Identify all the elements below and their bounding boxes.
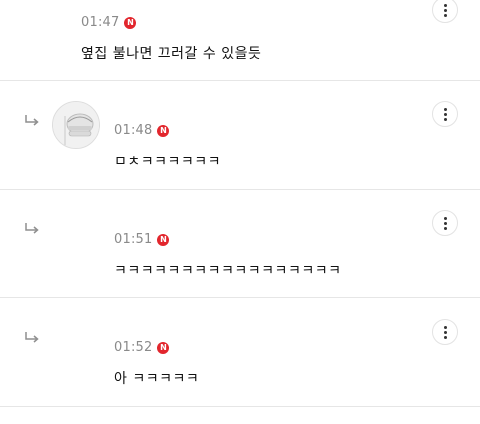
avatar[interactable] [52,101,100,149]
comment-time: 01:48 [114,123,153,138]
comment-text: ㅁㅊㅋㅋㅋㅋㅋㅋ [114,154,222,170]
comment-meta: 01:48 N [114,123,170,138]
comment-time: 01:52 [114,340,153,355]
comment-time: 01:51 [114,232,153,247]
divider [0,80,480,81]
reply-arrow-icon [25,223,39,234]
avatar-image [53,102,99,148]
comment-text: 옆집 불나면 끄러갈 수 있을듯 [81,46,262,62]
divider [0,189,480,190]
comment-meta: 01:51 N [114,232,170,247]
new-badge-icon: N [124,16,137,29]
comment-text: 아 ㅋㅋㅋㅋㅋ [114,371,200,387]
kebab-menu-icon[interactable] [432,0,458,23]
kebab-menu-icon[interactable] [432,101,458,127]
comment-feed: 01:47 N 옆집 불나면 끄러갈 수 있을듯 01:48 N ㅁㅊㅋㅋㅋㅋㅋ… [0,0,480,424]
divider [0,297,480,298]
reply-arrow-icon [25,115,39,126]
comment-text: ㅋㅋㅋㅋㅋㅋㅋㅋㅋㅋㅋㅋㅋㅋㅋㅋㅋ [114,263,342,279]
comment-meta: 01:52 N [114,340,170,355]
new-badge-icon: N [157,233,170,246]
kebab-menu-icon[interactable] [432,319,458,345]
new-badge-icon: N [157,341,170,354]
comment-meta: 01:47 N [81,15,137,30]
divider [0,406,480,407]
kebab-menu-icon[interactable] [432,210,458,236]
comment-time: 01:47 [81,15,120,30]
new-badge-icon: N [157,124,170,137]
reply-arrow-icon [25,332,39,343]
